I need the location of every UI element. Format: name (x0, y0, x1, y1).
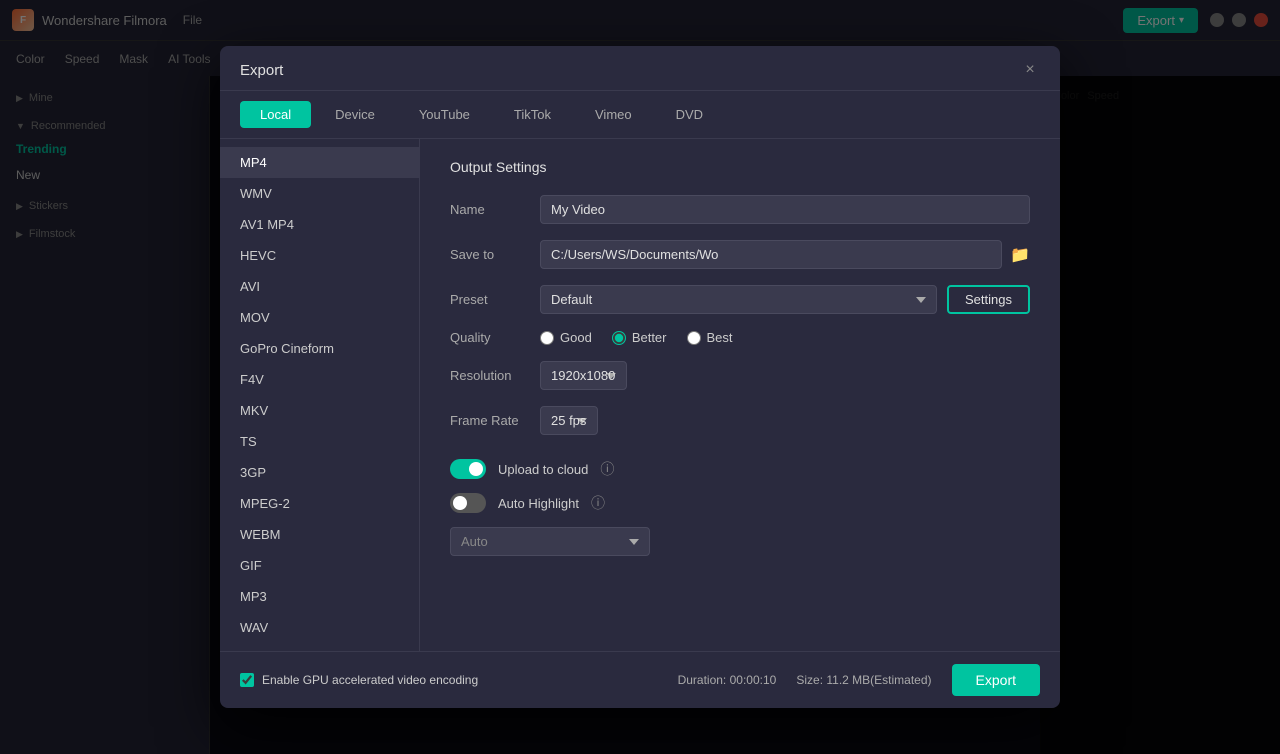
quality-good-option[interactable]: Good (540, 330, 592, 345)
save-to-label: Save to (450, 247, 540, 262)
format-av1mp4[interactable]: AV1 MP4 (220, 209, 419, 240)
tab-local[interactable]: Local (240, 101, 311, 128)
auto-highlight-help-icon[interactable]: ⓘ (591, 493, 605, 513)
resolution-row: Resolution 1920x1080 1280x720 3840x2160 (450, 361, 1030, 390)
format-wav[interactable]: WAV (220, 612, 419, 643)
resolution-control: 1920x1080 1280x720 3840x2160 (540, 361, 1030, 390)
quality-label: Quality (450, 330, 540, 345)
modal-overlay: Export × Local Device YouTube TikTok Vim… (0, 0, 1280, 754)
frame-rate-control: 25 fps 30 fps 60 fps 24 fps (540, 406, 1030, 435)
dialog-titlebar: Export × (220, 46, 1060, 91)
frame-rate-label: Frame Rate (450, 413, 540, 428)
upload-cloud-slider (450, 459, 486, 479)
dialog-footer: Enable GPU accelerated video encoding Du… (220, 651, 1060, 708)
auto-highlight-select[interactable]: Auto (450, 527, 650, 556)
format-gif[interactable]: GIF (220, 550, 419, 581)
spacer (450, 451, 1030, 459)
format-3gp[interactable]: 3GP (220, 457, 419, 488)
tab-bar: Local Device YouTube TikTok Vimeo DVD (220, 91, 1060, 139)
quality-better-label: Better (632, 330, 667, 345)
tab-tiktok[interactable]: TikTok (494, 101, 571, 128)
duration-info: Duration: 00:00:10 (678, 673, 777, 687)
quality-best-label: Best (707, 330, 733, 345)
format-mpeg2[interactable]: MPEG-2 (220, 488, 419, 519)
format-gopro[interactable]: GoPro Cineform (220, 333, 419, 364)
name-input[interactable] (540, 195, 1030, 224)
resolution-label: Resolution (450, 368, 540, 383)
settings-button[interactable]: Settings (947, 285, 1030, 314)
auto-highlight-label: Auto Highlight (498, 496, 579, 511)
output-settings-title: Output Settings (450, 159, 1030, 175)
output-settings: Output Settings Name Save to 📁 (420, 139, 1060, 651)
dialog-title: Export (240, 62, 283, 79)
quality-better-option[interactable]: Better (612, 330, 667, 345)
format-ts[interactable]: TS (220, 426, 419, 457)
name-control (540, 195, 1030, 224)
upload-cloud-toggle[interactable] (450, 459, 486, 479)
resolution-select[interactable]: 1920x1080 1280x720 3840x2160 (540, 361, 627, 390)
export-main-button[interactable]: Export (952, 664, 1040, 696)
auto-dropdown-row: Auto (450, 527, 1030, 556)
format-mkv[interactable]: MKV (220, 395, 419, 426)
quality-better-radio[interactable] (612, 331, 626, 345)
frame-rate-select[interactable]: 25 fps 30 fps 60 fps 24 fps (540, 406, 598, 435)
save-to-input[interactable] (540, 240, 1002, 269)
dialog-close-button[interactable]: × (1020, 60, 1040, 80)
tab-vimeo[interactable]: Vimeo (575, 101, 652, 128)
export-dialog: Export × Local Device YouTube TikTok Vim… (220, 46, 1060, 708)
format-avi[interactable]: AVI (220, 271, 419, 302)
frame-rate-row: Frame Rate 25 fps 30 fps 60 fps 24 fps (450, 406, 1030, 435)
size-info: Size: 11.2 MB(Estimated) (796, 673, 931, 687)
quality-best-option[interactable]: Best (687, 330, 733, 345)
format-mp3[interactable]: MP3 (220, 581, 419, 612)
upload-cloud-help-icon[interactable]: ⓘ (600, 459, 614, 479)
preset-control: Default Custom Settings (540, 285, 1030, 314)
format-hevc[interactable]: HEVC (220, 240, 419, 271)
tab-device[interactable]: Device (315, 101, 395, 128)
quality-good-label: Good (560, 330, 592, 345)
preset-label: Preset (450, 292, 540, 307)
format-list: MP4 WMV AV1 MP4 HEVC AVI MOV GoPro Cinef… (220, 139, 420, 651)
tab-dvd[interactable]: DVD (656, 101, 723, 128)
format-wmv[interactable]: WMV (220, 178, 419, 209)
save-to-control: 📁 (540, 240, 1030, 269)
auto-highlight-slider (450, 493, 486, 513)
quality-row: Quality Good Better Best (450, 330, 1030, 345)
dialog-body: MP4 WMV AV1 MP4 HEVC AVI MOV GoPro Cinef… (220, 139, 1060, 651)
footer-info: Duration: 00:00:10 Size: 11.2 MB(Estimat… (678, 664, 1040, 696)
auto-highlight-row: Auto Highlight ⓘ (450, 493, 1030, 513)
tab-youtube[interactable]: YouTube (399, 101, 490, 128)
format-mov[interactable]: MOV (220, 302, 419, 333)
save-to-row: Save to 📁 (450, 240, 1030, 269)
folder-icon[interactable]: 📁 (1010, 245, 1030, 265)
upload-cloud-row: Upload to cloud ⓘ (450, 459, 1030, 479)
preset-select[interactable]: Default Custom (540, 285, 937, 314)
preset-row: Preset Default Custom Settings (450, 285, 1030, 314)
format-webm[interactable]: WEBM (220, 519, 419, 550)
name-label: Name (450, 202, 540, 217)
upload-cloud-label: Upload to cloud (498, 462, 588, 477)
gpu-checkbox[interactable] (240, 673, 254, 687)
quality-control: Good Better Best (540, 330, 1030, 345)
footer-left: Enable GPU accelerated video encoding (240, 673, 478, 687)
quality-best-radio[interactable] (687, 331, 701, 345)
format-mp4[interactable]: MP4 (220, 147, 419, 178)
format-f4v[interactable]: F4V (220, 364, 419, 395)
auto-highlight-toggle[interactable] (450, 493, 486, 513)
quality-good-radio[interactable] (540, 331, 554, 345)
name-row: Name (450, 195, 1030, 224)
gpu-label: Enable GPU accelerated video encoding (262, 673, 478, 687)
